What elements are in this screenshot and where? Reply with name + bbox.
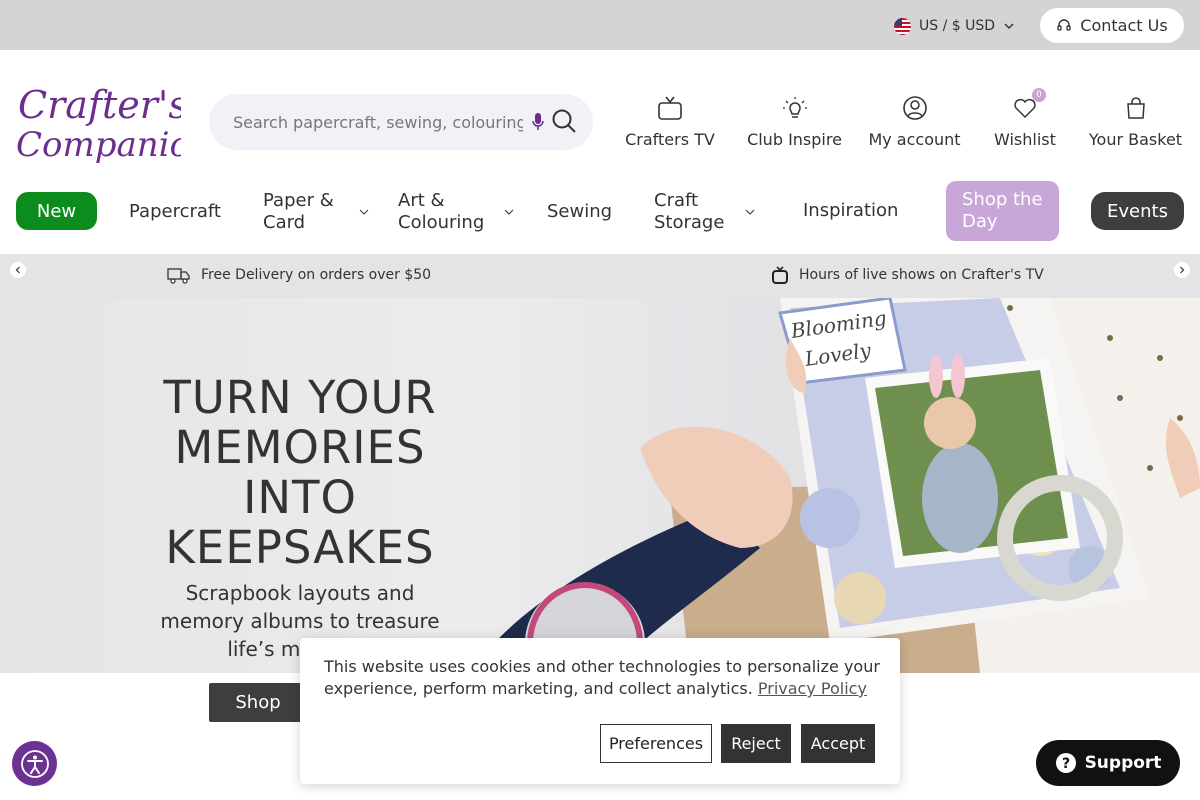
basket-icon [1126,97,1145,119]
wishlist-label: Wishlist [994,130,1056,149]
nav-inspiration[interactable]: Inspiration [803,200,898,222]
promo-prev-button[interactable] [10,262,26,278]
tv-icon [658,96,682,120]
club-inspire-label: Club Inspire [747,130,842,149]
logo-text-line1: Crafter's [18,83,181,127]
hero-shop-label: Shop [235,692,281,713]
nav-art-colouring[interactable]: Art & Colouring [398,190,514,234]
club-inspire-link[interactable]: Club Inspire [746,94,843,149]
chevron-right-icon [1180,266,1185,274]
crafters-tv-label: Crafters TV [625,130,715,149]
help-icon: ? [1055,753,1076,773]
cookie-accept-button[interactable]: Accept [801,724,875,763]
tv-icon [772,266,788,284]
cookie-preferences-button[interactable]: Preferences [600,724,712,763]
search-icon[interactable] [550,107,578,135]
my-account-link[interactable]: My account [867,94,962,149]
nav-papercraft-label: Papercraft [129,201,221,222]
promo-delivery: Free Delivery on orders over $50 [167,266,431,284]
chevron-down-icon [1004,23,1014,30]
logo-text-line2: Companion [16,125,181,164]
search-input[interactable] [233,112,523,132]
nav-sewing-label: Sewing [547,201,613,222]
top-bar [0,0,1200,50]
crafters-tv-link[interactable]: Crafters TV [625,94,715,149]
us-flag-icon [894,17,911,35]
cookie-consent-banner: This website uses cookies and other tech… [300,638,900,784]
wishlist-count-badge: 0 [1032,88,1046,102]
nav-craft-storage[interactable]: Craft Storage [654,190,755,234]
contact-us-label: Contact Us [1080,16,1168,35]
chevron-down-icon [359,209,369,215]
promo-next-button[interactable] [1174,262,1190,278]
cookie-reject-button[interactable]: Reject [721,724,791,763]
microphone-icon[interactable] [531,111,545,133]
my-account-label: My account [868,130,961,149]
chevron-down-icon [745,209,755,215]
support-button[interactable]: ? Support [1036,740,1180,786]
nav-new[interactable]: New [16,192,97,230]
promo-live-shows: Hours of live shows on Crafter's TV [771,266,1044,284]
basket-label: Your Basket [1088,130,1183,149]
promo-delivery-text: Free Delivery on orders over $50 [201,267,432,283]
nav-sewing[interactable]: Sewing [547,201,612,223]
headset-icon [1057,18,1071,31]
region-selector[interactable]: US / $ USD [894,15,1015,37]
accessibility-icon [20,749,49,778]
nav-art-colouring-label: Art & Colouring [398,190,485,233]
nav-paper-card[interactable]: Paper & Card [263,190,369,234]
search-bar[interactable] [209,94,593,150]
svg-text:?: ? [1062,756,1070,772]
basket-link[interactable]: Your Basket [1087,94,1184,149]
nav-events[interactable]: Events [1091,192,1184,230]
nav-papercraft[interactable]: Papercraft [129,201,221,223]
nav-craft-storage-label: Craft Storage [654,190,725,233]
cookie-message: This website uses cookies and other tech… [324,656,884,700]
crafters-companion-logo[interactable]: Crafter's Companion [16,80,212,165]
promo-live-text: Hours of live shows on Crafter's TV [799,267,1044,283]
hero-banner: Blooming Lovely TURN YOUR MEMORIES INTO … [0,298,1200,673]
chevron-left-icon [15,266,20,274]
region-label: US / $ USD [919,18,996,34]
wishlist-link[interactable]: Wishlist [994,94,1056,149]
contact-us-button[interactable]: Contact Us [1040,8,1184,43]
user-icon [902,96,927,120]
chevron-down-icon [504,209,514,215]
accessibility-button[interactable] [12,741,57,786]
nav-shop-the-day[interactable]: Shop the Day [946,181,1059,241]
privacy-policy-link[interactable]: Privacy Policy [758,679,867,698]
lightbulb-icon [782,97,807,118]
support-label: Support [1084,753,1162,773]
delivery-truck-icon [167,268,190,284]
nav-inspiration-label: Inspiration [803,200,899,221]
hero-title: TURN YOUR MEMORIES INTO KEEPSAKES [163,371,437,574]
nav-paper-card-label: Paper & Card [263,190,334,233]
